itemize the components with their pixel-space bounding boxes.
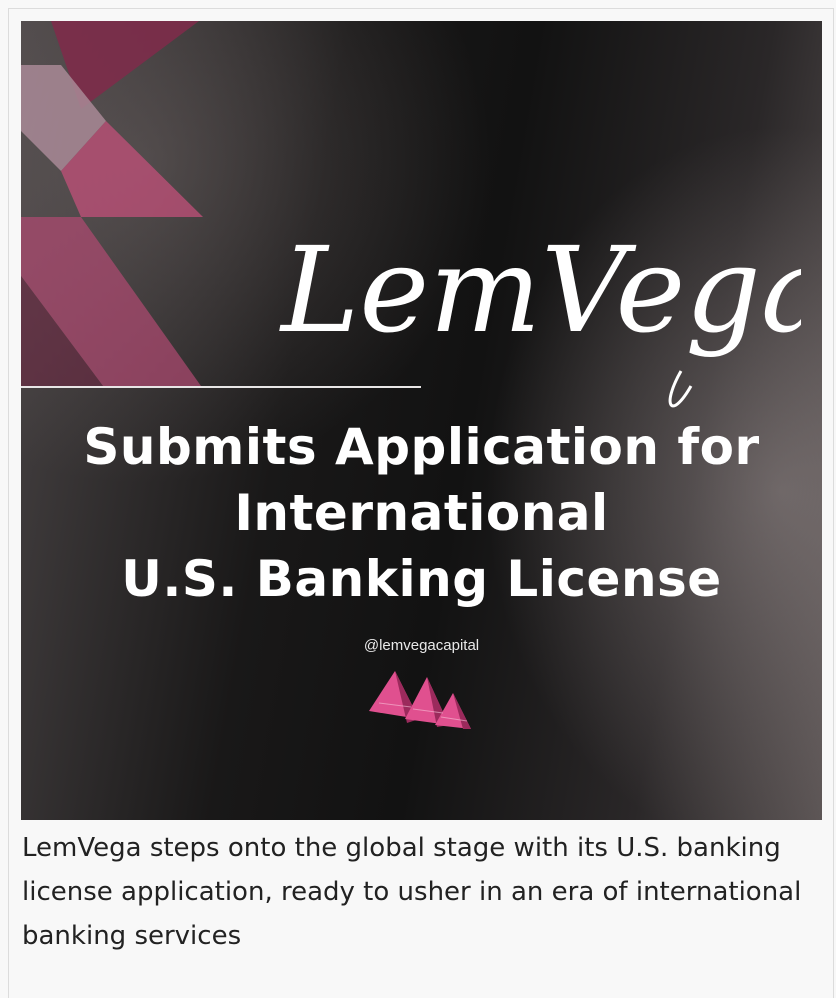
image-caption: LemVega steps onto the global stage with… xyxy=(22,833,802,951)
social-handle: @lemvegacapital xyxy=(363,637,480,654)
headline-line-3: U.S. Banking License xyxy=(121,550,722,608)
pink-triangles-logo-icon xyxy=(369,671,471,729)
brand-script-text: LemVega xyxy=(279,221,801,359)
headline-line-1: Submits Application for xyxy=(83,418,760,476)
lemvega-script-wordmark: LemVega xyxy=(279,221,801,408)
news-image: LemVega Submits Application for Internat… xyxy=(21,21,822,820)
headline: Submits Application for International U.… xyxy=(21,414,822,612)
headline-line-2: International xyxy=(234,484,609,542)
